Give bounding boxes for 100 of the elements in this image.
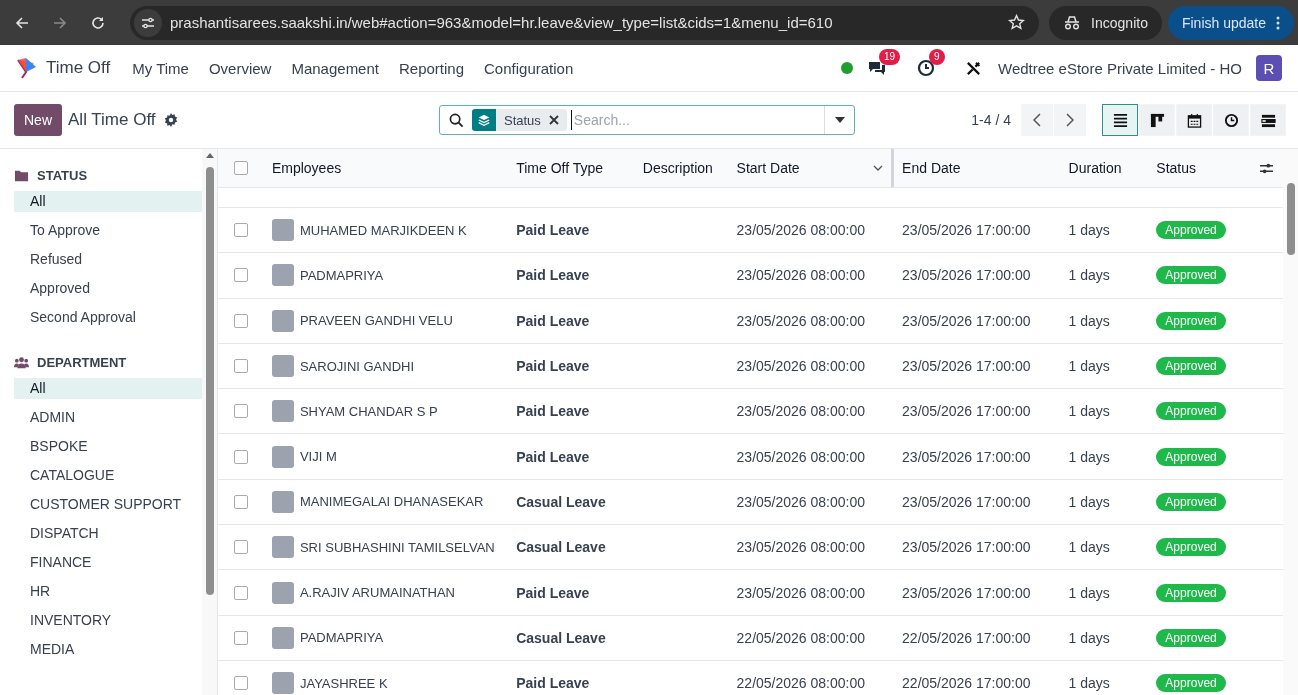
view-switch-button[interactable] xyxy=(1102,104,1138,136)
filter-item[interactable]: All xyxy=(14,191,202,212)
row-checkbox[interactable] xyxy=(234,359,248,374)
row-checkbox[interactable] xyxy=(234,449,248,464)
row-checkbox[interactable] xyxy=(234,585,248,600)
column-options-icon[interactable] xyxy=(1259,161,1275,175)
row-checkbox[interactable] xyxy=(234,268,248,283)
employee-name: JAYASHREE K xyxy=(299,675,388,691)
avatar-placeholder xyxy=(271,626,294,649)
avatar-placeholder xyxy=(271,445,294,468)
settings-icon[interactable] xyxy=(163,113,178,127)
row-checkbox[interactable] xyxy=(234,223,248,238)
search-icon[interactable] xyxy=(449,112,464,128)
kanban-icon xyxy=(1149,112,1165,128)
column-header[interactable]: Description xyxy=(634,149,729,187)
caret-icon[interactable] xyxy=(834,117,845,123)
menu-item[interactable]: Overview xyxy=(208,59,272,77)
filter-item[interactable]: ADMIN xyxy=(14,407,202,428)
table-cell-text: 23/05/2026 17:00:00 xyxy=(901,311,1032,331)
filter-item[interactable]: DISPATCH xyxy=(14,523,202,544)
scrollbar-thumb[interactable] xyxy=(206,167,214,595)
table-cell-text: Casual Leave xyxy=(515,628,607,648)
filter-item[interactable]: Refused xyxy=(14,249,202,270)
company-name[interactable]: Wedtree eStore Private Limited - HO xyxy=(998,59,1242,77)
gantt-icon xyxy=(1260,112,1276,128)
filter-item[interactable]: MEDIA xyxy=(14,639,202,660)
employee-name: PRAVEEN GANDHI VELU xyxy=(299,313,453,329)
table-cell-text: 23/05/2026 17:00:00 xyxy=(901,221,1032,241)
table-cell-text: 23/05/2026 08:00:00 xyxy=(735,583,867,603)
message-count-badge: 19 xyxy=(879,49,901,65)
filter-item[interactable]: All xyxy=(14,378,202,399)
row-checkbox[interactable] xyxy=(234,630,248,645)
column-header[interactable]: Status xyxy=(1148,149,1256,187)
app-name[interactable]: Time Off xyxy=(46,58,111,78)
column-header[interactable]: Time Off Type xyxy=(508,149,635,187)
select-all-checkbox[interactable] xyxy=(234,161,248,175)
filter-item[interactable]: CUSTOMER SUPPORT xyxy=(14,494,202,515)
filter-item[interactable]: Second Approval xyxy=(14,307,202,328)
section-heading: STATUS xyxy=(37,167,88,183)
incognito-icon xyxy=(1063,15,1082,30)
layers-icon xyxy=(477,113,491,127)
page-title: All Time Off xyxy=(68,110,156,130)
table-cell-text: 1 days xyxy=(1067,402,1111,422)
table-cell-text: 1 days xyxy=(1067,221,1111,241)
column-header[interactable]: Start Date xyxy=(728,149,895,187)
users-icon xyxy=(14,354,29,370)
pager-value[interactable]: 1-4 / 4 xyxy=(971,112,1011,128)
chat-icon[interactable] xyxy=(867,59,887,77)
menu-item[interactable]: My Time xyxy=(132,59,189,77)
table-cell-text: 23/05/2026 08:00:00 xyxy=(735,266,867,286)
employee-name: SAROJINI GANDHI xyxy=(299,358,415,374)
tools-icon[interactable] xyxy=(965,59,982,77)
address-bar[interactable]: prashantisarees.saakshi.in/web#action=963&model=hr.leave&view_type=list&cids=1&menu_id=610 xyxy=(130,5,1040,40)
filter-item[interactable]: CATALOGUE xyxy=(14,465,202,486)
filter-item[interactable]: Approved xyxy=(14,278,202,299)
new-button[interactable]: New xyxy=(14,104,62,136)
avatar-placeholder xyxy=(271,536,294,559)
table-cell-text: 23/05/2026 17:00:00 xyxy=(901,402,1032,422)
row-checkbox[interactable] xyxy=(234,540,248,555)
forward-icon[interactable] xyxy=(52,14,68,31)
filter-item[interactable]: BSPOKE xyxy=(14,436,202,457)
app-logo-icon[interactable] xyxy=(14,56,38,80)
row-checkbox[interactable] xyxy=(234,494,248,509)
status-badge: Approved xyxy=(1156,538,1226,557)
menu-item[interactable]: Configuration xyxy=(484,59,574,77)
scrollbar-thumb[interactable] xyxy=(1287,183,1295,255)
table-cell-text: Paid Leave xyxy=(515,357,591,377)
row-checkbox[interactable] xyxy=(234,313,248,328)
filter-facet[interactable]: Status xyxy=(472,109,567,131)
table-cell-text: 23/05/2026 08:00:00 xyxy=(735,538,867,558)
finish-update-button[interactable]: Finish update xyxy=(1167,5,1294,40)
status-badge: Approved xyxy=(1156,492,1226,511)
incognito-indicator[interactable]: Incognito xyxy=(1049,5,1162,40)
search-bar[interactable]: Status Search... xyxy=(439,105,855,135)
status-badge: Approved xyxy=(1156,221,1226,240)
table-cell-text: 22/05/2026 17:00:00 xyxy=(901,628,1032,648)
star-icon[interactable] xyxy=(1008,14,1026,31)
table-cell-text: 1 days xyxy=(1067,266,1111,286)
menu-item[interactable]: Management xyxy=(291,59,379,77)
table-cell-text: 1 days xyxy=(1067,492,1111,512)
row-checkbox[interactable] xyxy=(234,404,248,419)
filter-item[interactable]: HR xyxy=(14,581,202,602)
column-header[interactable]: Duration xyxy=(1060,149,1149,187)
table-cell-text: Casual Leave xyxy=(515,492,607,512)
column-header[interactable]: Employees xyxy=(263,149,509,187)
column-header[interactable]: End Date xyxy=(894,149,1061,187)
filter-item[interactable]: INVENTORY xyxy=(14,610,202,631)
employee-name: SRI SUBHASHINI TAMILSELVAN xyxy=(299,539,495,555)
clock-icon[interactable] xyxy=(917,59,935,77)
menu-item[interactable]: Reporting xyxy=(399,59,465,77)
status-badge: Approved xyxy=(1156,447,1226,466)
reload-icon[interactable] xyxy=(90,14,106,31)
table-cell-text: 22/05/2026 17:00:00 xyxy=(901,674,1032,694)
filter-item[interactable]: FINANCE xyxy=(14,552,202,573)
avatar-placeholder xyxy=(271,309,294,332)
back-icon[interactable] xyxy=(14,14,30,31)
row-checkbox[interactable] xyxy=(234,676,248,691)
close-icon[interactable] xyxy=(548,115,559,125)
filter-item[interactable]: To Approve xyxy=(14,220,202,241)
user-avatar[interactable]: R xyxy=(1256,55,1282,81)
